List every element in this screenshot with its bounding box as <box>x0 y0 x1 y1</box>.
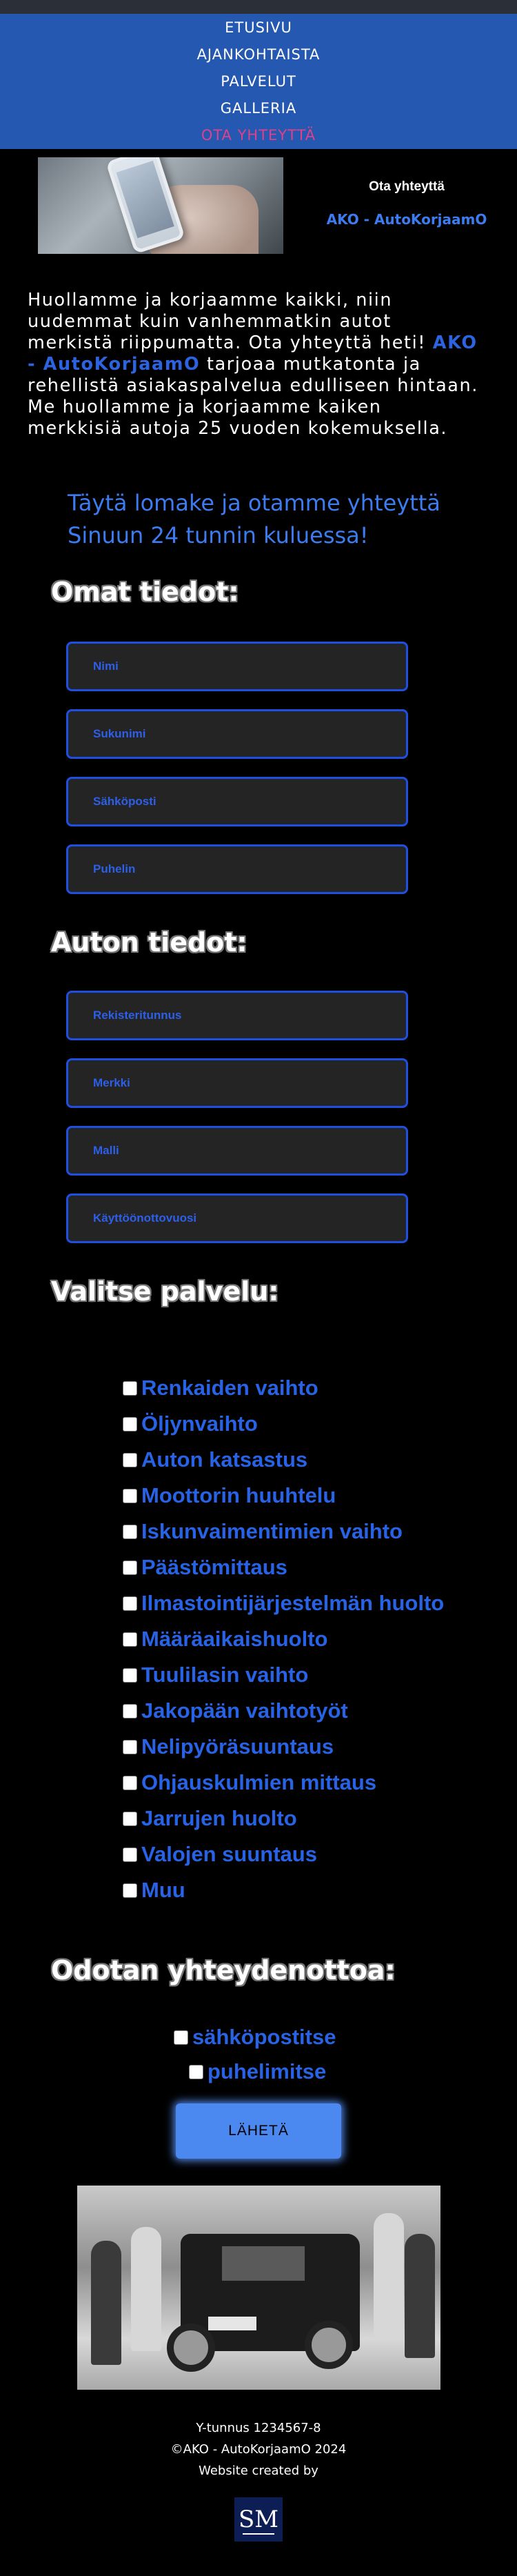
service-option[interactable]: Valojen suuntaus <box>123 1836 444 1872</box>
service-label: Renkaiden vaihto <box>141 1376 318 1400</box>
windshield-shape <box>222 2246 305 2281</box>
wheel-shape <box>167 2324 215 2372</box>
person-shape <box>374 2213 404 2337</box>
credit-text: Website created by <box>199 2464 318 2478</box>
service-label: Ilmastointijärjestelmän huolto <box>141 1591 445 1615</box>
contact-checkbox-list: sähköpostitse puhelimitse <box>174 2020 336 2089</box>
checkbox[interactable] <box>123 1811 137 1826</box>
service-label: Nelipyöräsuuntaus <box>141 1734 334 1758</box>
service-option[interactable]: Auton katsastus <box>123 1442 444 1478</box>
business-id: Y-tunnus 1234567-8 <box>196 2421 321 2435</box>
make-field[interactable]: Merkki <box>66 1058 408 1108</box>
checkbox[interactable] <box>123 1524 137 1539</box>
nav-item-ajankohtaista[interactable]: AJANKOHTAISTA <box>197 41 321 68</box>
hero-brand: AKO - AutoKorjaamO <box>326 211 487 228</box>
service-checkbox-list: Renkaiden vaihto Öljynvaihto Auton katsa… <box>123 1370 444 1908</box>
service-label: Öljynvaihto <box>141 1411 258 1436</box>
top-strip <box>0 0 517 14</box>
nav-item-etusivu[interactable]: ETUSIVU <box>225 14 292 41</box>
service-option[interactable]: Päästömittaus <box>123 1549 444 1585</box>
service-label: Moottorin huuhtelu <box>141 1483 336 1507</box>
checkbox[interactable] <box>123 1488 137 1503</box>
service-option[interactable]: Moottorin huuhtelu <box>123 1478 444 1514</box>
registration-field[interactable]: Rekisteritunnus <box>66 991 408 1040</box>
checkbox[interactable] <box>123 1667 137 1683</box>
service-option[interactable]: Öljynvaihto <box>123 1406 444 1442</box>
service-label: Valojen suuntaus <box>141 1842 317 1866</box>
service-label: Jarrujen huolto <box>141 1806 297 1830</box>
first-name-field[interactable]: Nimi <box>66 642 408 691</box>
service-option[interactable]: Jakopään vaihtotyöt <box>123 1693 444 1729</box>
main-navigation: ETUSIVU AJANKOHTAISTA PALVELUT GALLERIA … <box>0 14 517 149</box>
copyright: ©AKO - AutoKorjaamO 2024 <box>170 2442 347 2457</box>
person-shape <box>405 2234 435 2358</box>
service-option[interactable]: Ilmastointijärjestelmän huolto <box>123 1585 444 1621</box>
section-title-contact: Odotan yhteydenottoa: <box>51 1955 396 1985</box>
checkbox[interactable] <box>189 2064 203 2079</box>
phone-in-hand-image <box>38 157 283 254</box>
vintage-car-photo <box>77 2186 440 2390</box>
checkbox[interactable] <box>123 1739 137 1754</box>
checkbox[interactable] <box>174 2030 188 2045</box>
section-title-car: Auton tiedot: <box>51 927 247 958</box>
checkbox[interactable] <box>123 1775 137 1790</box>
service-label: Ohjauskulmien mittaus <box>141 1770 377 1794</box>
checkbox[interactable] <box>123 1416 137 1431</box>
contact-label: sähköpostitse <box>192 2025 336 2049</box>
contact-label: puhelimitse <box>207 2059 327 2083</box>
service-label: Iskunvaimentimien vaihto <box>141 1519 403 1543</box>
submit-button[interactable]: LÄHETÄ <box>176 2103 341 2159</box>
checkbox[interactable] <box>123 1596 137 1611</box>
service-label: Muu <box>141 1878 185 1902</box>
service-option[interactable]: Iskunvaimentimien vaihto <box>123 1514 444 1549</box>
intro-text: Huollamme ja korjaamme kaikki, niin uude… <box>28 290 483 439</box>
nav-item-palvelut[interactable]: PALVELUT <box>221 68 296 95</box>
service-label: Määräaikaishuolto <box>141 1627 328 1651</box>
service-option[interactable]: Määräaikaishuolto <box>123 1621 444 1657</box>
nav-item-galleria[interactable]: GALLERIA <box>221 95 296 122</box>
phone-field[interactable]: Puhelin <box>66 844 408 894</box>
checkbox[interactable] <box>123 1560 137 1575</box>
service-option[interactable]: Muu <box>123 1872 444 1908</box>
phone-shape <box>105 157 185 254</box>
form-callout: Täytä lomake ja otamme yhteyttä Sinuun 2… <box>68 490 440 548</box>
person-shape <box>91 2241 121 2365</box>
section-title-services: Valitse palvelu: <box>51 1276 279 1307</box>
last-name-field[interactable]: Sukunimi <box>66 709 408 759</box>
hero-title: Ota yhteyttä <box>369 179 445 194</box>
email-field[interactable]: Sähköposti <box>66 777 408 826</box>
checkbox[interactable] <box>123 1452 137 1467</box>
nav-item-ota-yhteytta[interactable]: OTA YHTEYTTÄ <box>201 122 316 149</box>
contact-option-phone[interactable]: puhelimitse <box>189 2054 336 2089</box>
service-option[interactable]: Ohjauskulmien mittaus <box>123 1765 444 1801</box>
service-option[interactable]: Renkaiden vaihto <box>123 1370 444 1406</box>
checkbox[interactable] <box>123 1847 137 1862</box>
site-footer: Y-tunnus 1234567-8 ©AKO - AutoKorjaamO 2… <box>0 2417 517 2481</box>
checkbox[interactable] <box>123 1883 137 1898</box>
checkbox[interactable] <box>123 1380 137 1396</box>
creator-logo[interactable]: SM <box>234 2497 283 2542</box>
hero-banner: Ota yhteyttä AKO - AutoKorjaamO <box>0 149 517 294</box>
service-label: Päästömittaus <box>141 1555 287 1579</box>
service-label: Jakopään vaihtotyöt <box>141 1698 348 1723</box>
phone-screen <box>116 160 174 239</box>
wheel-shape <box>305 2321 353 2369</box>
service-label: Tuulilasin vaihto <box>141 1663 309 1687</box>
person-shape <box>131 2227 161 2351</box>
model-field[interactable]: Malli <box>66 1126 408 1176</box>
checkbox[interactable] <box>123 1703 137 1718</box>
service-option[interactable]: Nelipyöräsuuntaus <box>123 1729 444 1765</box>
service-option[interactable]: Jarrujen huolto <box>123 1801 444 1836</box>
year-field[interactable]: Käyttöönottovuosi <box>66 1193 408 1243</box>
section-title-personal: Omat tiedot: <box>51 577 239 607</box>
service-option[interactable]: Tuulilasin vaihto <box>123 1657 444 1693</box>
intro-text-before: Huollamme ja korjaamme kaikki, niin uude… <box>28 290 433 353</box>
license-plate-shape <box>208 2317 256 2330</box>
service-label: Auton katsastus <box>141 1447 308 1472</box>
checkbox[interactable] <box>123 1632 137 1647</box>
contact-option-email[interactable]: sähköpostitse <box>174 2020 336 2054</box>
